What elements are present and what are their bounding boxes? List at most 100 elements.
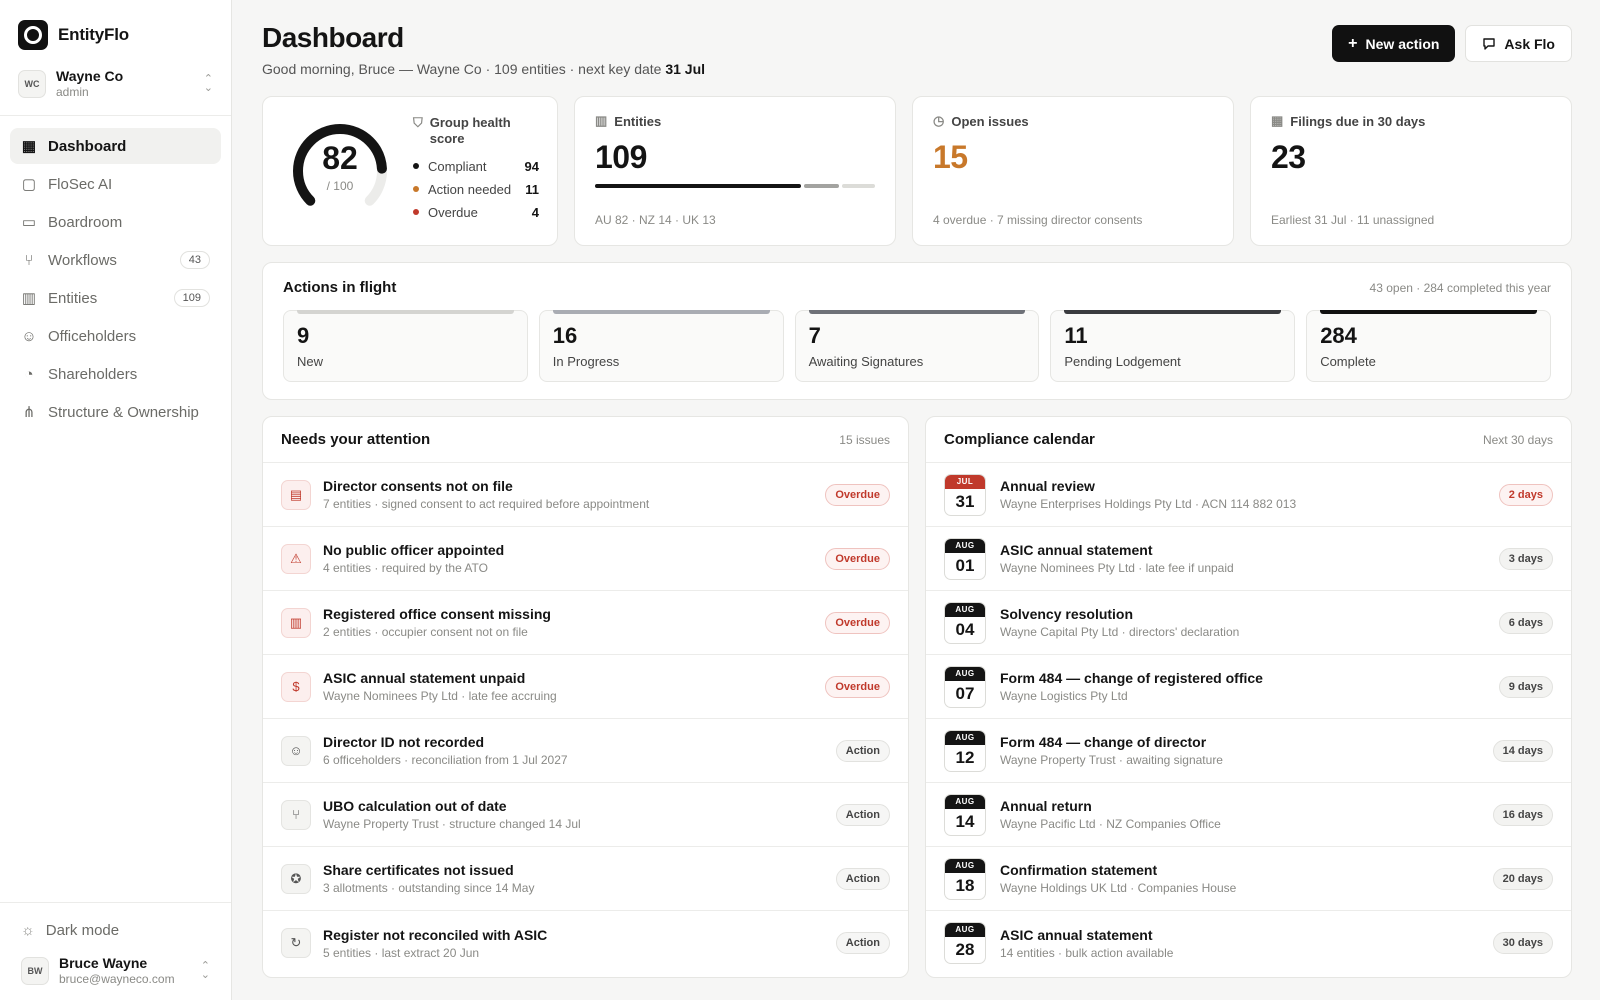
filings-card[interactable]: ▦ Filings due in 30 days 23 Earliest 31 J… <box>1250 96 1572 246</box>
user-email: bruce@wayneco.com <box>59 972 175 986</box>
attention-meta: 15 issues <box>839 432 890 447</box>
attention-row-title: Director ID not recorded <box>323 734 485 750</box>
entities-card[interactable]: ▥ Entities 109 AU 82 · NZ 14 · UK 13 <box>574 96 896 246</box>
health-score: 82 <box>322 140 358 176</box>
stage-list: 9 New 16 In Progress 7 Awaiting Signatures 11 P… <box>283 310 1551 382</box>
entities-bar-segment <box>842 184 875 188</box>
calendar-row[interactable]: AUG 14 Annual return Wayne Pacific Ltd · NZ… <box>926 783 1571 847</box>
attention-row[interactable]: ✪ Share certificates not issued 3 allotmen… <box>263 847 908 911</box>
attention-row[interactable]: ▤ Director consents not on file 7 entities… <box>263 463 908 527</box>
actions-in-flight-meta: 43 open · 284 completed this year <box>1369 280 1551 295</box>
open-issues-card[interactable]: ◷ Open issues 15 4 overdue · 7 missing di… <box>912 96 1234 246</box>
calendar-list: JUL 31 Annual review Wayne Enterprises Hold… <box>926 463 1571 975</box>
chat-icon <box>1483 37 1496 50</box>
pie-icon: ◔ <box>24 365 34 383</box>
sidebar-item-officeholders[interactable]: ☺ Officeholders <box>10 318 221 354</box>
calendar-row-title: Form 484 — change of registered office <box>1000 670 1263 686</box>
attention-row-subtitle: Wayne Property Trust · structure changed… <box>323 817 581 831</box>
stage-awaiting-signatures[interactable]: 7 Awaiting Signatures <box>794 310 1040 382</box>
dark-mode-toggle[interactable]: ☼ Dark mode <box>10 913 221 947</box>
attention-row[interactable]: $ ASIC annual statement unpaid Wayne Nomin… <box>263 655 908 719</box>
health-legend-item: Action needed 11 <box>413 182 539 197</box>
attention-row-text: Register not reconciled with ASIC 5 entit… <box>323 927 836 960</box>
attention-row[interactable]: ☺ Director ID not recorded 6 officeholders… <box>263 719 908 783</box>
entities-value: 109 <box>595 139 647 175</box>
calendar-row[interactable]: AUG 07 Form 484 — change of registered off… <box>926 655 1571 719</box>
org-switcher[interactable]: WC Wayne Co admin ⌃ ⌄ <box>0 60 231 116</box>
attention-list: ▤ Director consents not on file 7 entities… <box>263 463 908 975</box>
attention-row-title: Registered office consent missing <box>323 606 551 622</box>
due-badge: 9 days <box>1498 675 1553 698</box>
calendar-row[interactable]: JUL 31 Annual review Wayne Enterprises Hold… <box>926 463 1571 527</box>
sidebar-item-label: Boardroom <box>48 213 123 231</box>
new-action-button[interactable]: + New action <box>1332 25 1456 62</box>
stage-count: 9 <box>297 323 310 348</box>
status-dot <box>413 209 419 215</box>
brand[interactable]: EntityFlo <box>0 0 231 60</box>
shield-icon: ⛉ <box>413 114 423 130</box>
calendar-date-icon: AUG 14 <box>944 793 986 836</box>
sidebar-item-dashboard[interactable]: ▦ Dashboard <box>10 128 221 164</box>
calendar-row[interactable]: AUG 18 Confirmation statement Wayne Holding… <box>926 847 1571 911</box>
org-role: admin <box>56 85 89 99</box>
calendar-row[interactable]: AUG 01 ASIC annual statement Wayne Nominees… <box>926 527 1571 591</box>
stage-new[interactable]: 9 New <box>283 310 528 382</box>
calendar-row[interactable]: AUG 28 ASIC annual statement 14 entities · … <box>926 911 1571 975</box>
ask-flo-label: Ask Flo <box>1504 35 1555 52</box>
attention-row-text: ASIC annual statement unpaid Wayne Nomine… <box>323 670 825 703</box>
calendar-meta: Next 30 days <box>1482 432 1553 447</box>
stage-complete[interactable]: 284 Complete <box>1306 310 1551 382</box>
health-title: Group health score <box>429 114 511 146</box>
sidebar-item-shareholders[interactable]: ◔ Shareholders <box>10 356 221 392</box>
ask-flo-button[interactable]: Ask Flo <box>1465 25 1572 62</box>
calendar-row[interactable]: AUG 04 Solvency resolution Wayne Capital Pt… <box>926 591 1571 655</box>
calendar-date-icon: AUG 28 <box>944 922 986 964</box>
attention-row-subtitle: 2 entities · occupier consent not on fil… <box>323 625 528 639</box>
due-badge: 6 days <box>1498 611 1553 634</box>
attention-row[interactable]: ⑂ UBO calculation out of date Wayne Proper… <box>263 783 908 847</box>
status-dot <box>413 186 419 192</box>
legend-label: Action needed <box>428 181 512 197</box>
attention-row[interactable]: ▥ Registered office consent missing 2 enti… <box>263 591 908 655</box>
person-icon: ☺ <box>281 735 311 766</box>
actions-in-flight: Actions in flight 43 open · 284 complete… <box>262 262 1572 400</box>
entities-bar-segment <box>804 184 840 188</box>
sidebar-item-flosec-ai[interactable]: ▢ FloSec AI <box>10 166 221 202</box>
calendar-row-text: ASIC annual statement 14 entities · bulk … <box>1000 927 1493 960</box>
building-icon: ▥ <box>595 113 608 128</box>
open-issues-breakdown: 4 overdue · 7 missing director consents <box>933 213 1143 227</box>
sidebar-item-boardroom[interactable]: ▭ Boardroom <box>10 204 221 240</box>
sidebar-item-structure-ownership[interactable]: ⋔ Structure & Ownership <box>10 394 221 430</box>
health-card[interactable]: 82 / 100 ⛉ Group health score Compliant 94… <box>262 96 558 246</box>
calendar-icon: ▦ <box>1271 113 1284 128</box>
sidebar-item-workflows[interactable]: ⑂ Workflows 43 <box>10 242 221 278</box>
entities-split-bar <box>595 184 875 188</box>
calendar-row-text: Confirmation statement Wayne Holdings UK … <box>1000 862 1493 895</box>
calendar-month: AUG <box>945 730 985 745</box>
hierarchy-icon: ⑂ <box>281 799 311 830</box>
calendar-row-subtitle: Wayne Logistics Pty Ltd <box>1000 689 1128 703</box>
user-menu[interactable]: BW Bruce Wayne bruce@wayneco.com ⌃ ⌄ <box>10 947 221 986</box>
sidebar-item-label: Entities <box>48 289 98 307</box>
attention-row-title: UBO calculation out of date <box>323 798 507 814</box>
stage-count: 284 <box>1320 323 1357 348</box>
calendar-row-subtitle: Wayne Capital Pty Ltd · directors' decla… <box>1000 625 1240 639</box>
attention-row-subtitle: 5 entities · last extract 20 Jun <box>323 945 480 960</box>
stage-in-progress[interactable]: 16 In Progress <box>538 310 784 382</box>
calendar-row[interactable]: AUG 12 Form 484 — change of director Wayne … <box>926 719 1571 783</box>
calendar-month: AUG <box>945 666 985 681</box>
refresh-icon: ↻ <box>281 928 311 958</box>
calendar-month: AUG <box>945 538 985 553</box>
stats-row: 82 / 100 ⛉ Group health score Compliant 94… <box>262 96 1572 246</box>
legend-label: Compliant <box>428 158 487 174</box>
attention-row-title: ASIC annual statement unpaid <box>323 670 526 686</box>
stage-progress-bar <box>297 310 514 314</box>
sidebar-item-entities[interactable]: ▥ Entities 109 <box>10 280 221 316</box>
stage-label: In Progress <box>552 354 620 369</box>
calendar-month: AUG <box>945 602 985 617</box>
attention-row-subtitle: 6 officeholders · reconciliation from 1 … <box>323 753 568 767</box>
calendar-row-text: Annual return Wayne Pacific Ltd · NZ Comp… <box>1000 798 1493 831</box>
attention-row[interactable]: ⚠ No public officer appointed 4 entities ·… <box>263 527 908 591</box>
stage-pending-lodgement[interactable]: 11 Pending Lodgement <box>1050 310 1296 382</box>
attention-row[interactable]: ↻ Register not reconciled with ASIC 5 enti… <box>263 911 908 975</box>
